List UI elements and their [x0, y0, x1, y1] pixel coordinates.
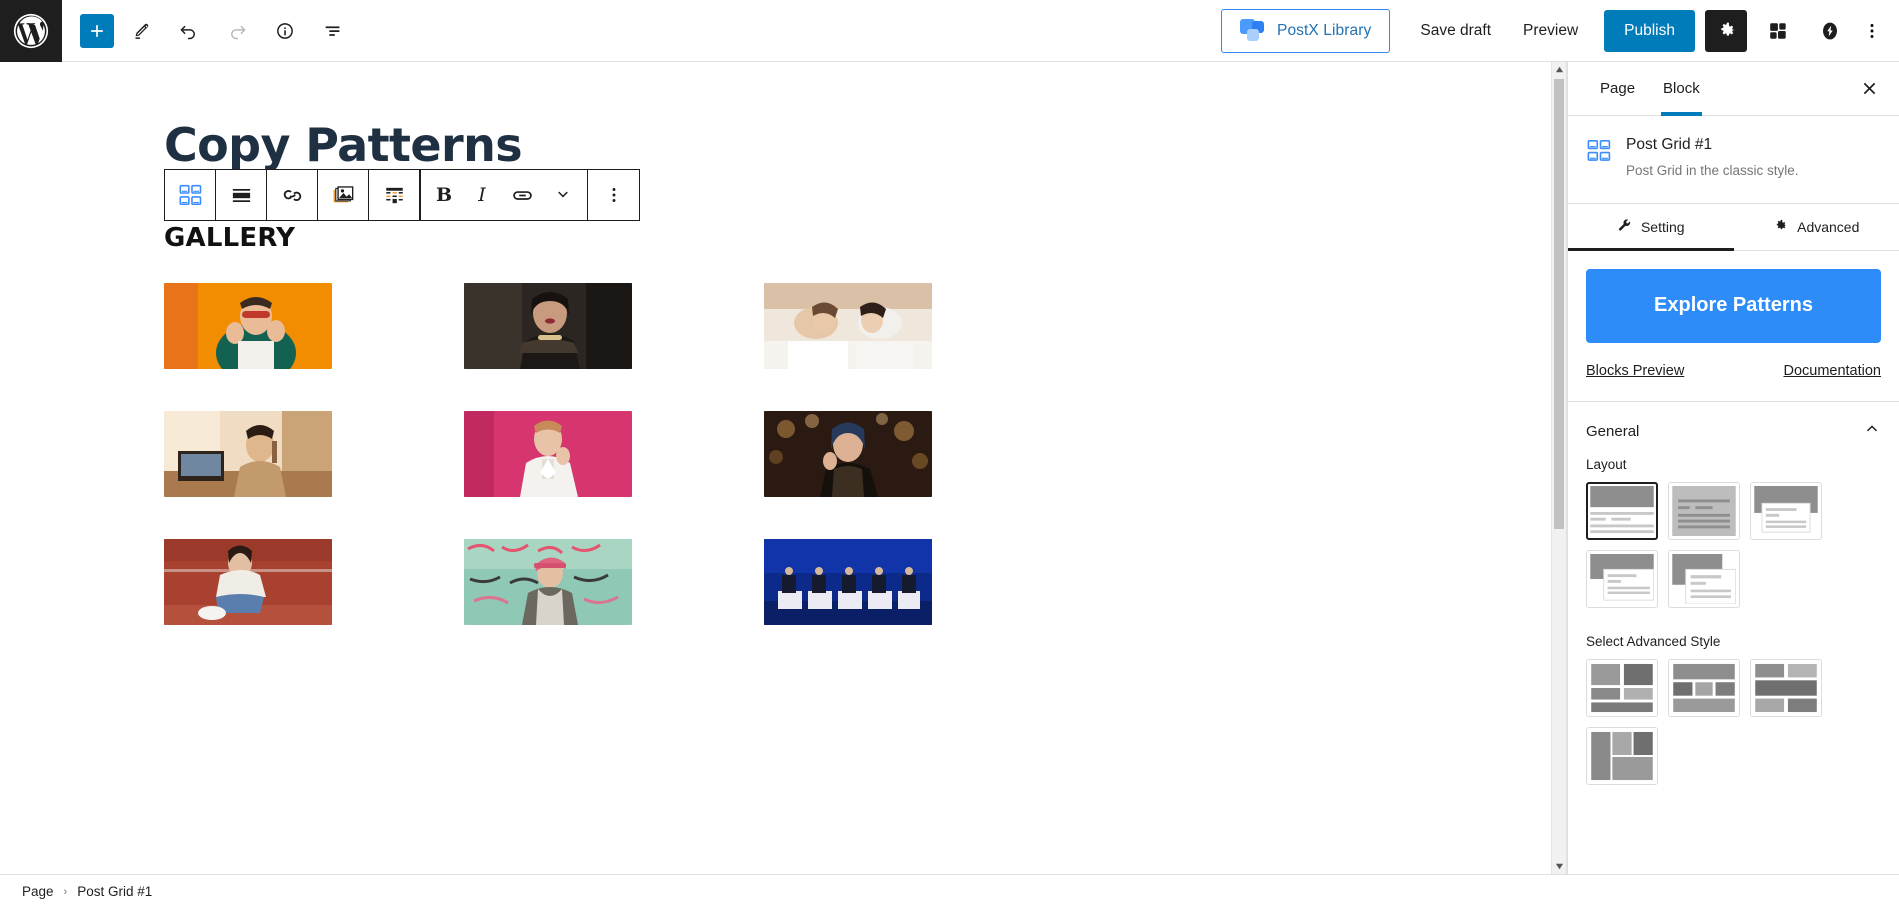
wordpress-logo-icon[interactable] [0, 0, 62, 62]
layout-option-4[interactable] [1586, 549, 1658, 608]
chevron-up-icon[interactable] [1863, 420, 1881, 443]
tab-block[interactable]: Block [1649, 62, 1714, 116]
postx-badge-button[interactable] [1809, 10, 1851, 52]
layout-option-3[interactable] [1750, 481, 1822, 540]
scrollbar-thumb[interactable] [1554, 79, 1564, 529]
advanced-style-option-4[interactable] [1586, 726, 1658, 785]
documentation-link[interactable]: Documentation [1783, 363, 1881, 379]
tools-button[interactable] [120, 10, 162, 52]
details-button[interactable] [264, 10, 306, 52]
layout-option-5[interactable] [1668, 549, 1740, 608]
general-section-header[interactable]: General [1568, 402, 1899, 457]
tab-advanced[interactable]: Advanced [1734, 204, 1899, 250]
wrench-icon [1617, 218, 1632, 236]
block-description: Post Grid in the classic style. [1626, 163, 1799, 178]
align-full-icon[interactable] [216, 170, 267, 220]
page-title[interactable]: Copy Patterns [164, 120, 1234, 171]
layout-options [1568, 481, 1899, 608]
gallery-image-5[interactable] [464, 410, 632, 497]
setting-tabs: Setting Advanced [1568, 204, 1899, 251]
gallery-image-8[interactable] [464, 538, 632, 625]
layout-option-2[interactable] [1668, 481, 1740, 540]
chain-link-icon[interactable] [267, 170, 318, 220]
gallery-heading[interactable]: GALLERY [164, 223, 1234, 253]
advanced-style-option-3[interactable] [1750, 658, 1822, 717]
sidebar-body: Explore Patterns Blocks Preview Document… [1568, 251, 1899, 874]
layout-option-1[interactable] [1586, 481, 1658, 540]
blocks-preview-link[interactable]: Blocks Preview [1586, 363, 1684, 379]
chevron-down-icon[interactable] [543, 170, 583, 220]
images-stack-icon[interactable] [318, 170, 369, 220]
top-bar-left-tools [62, 10, 354, 52]
text-format-group: B I [421, 170, 587, 220]
tab-setting[interactable]: Setting [1568, 204, 1734, 251]
breadcrumb-block[interactable]: Post Grid #1 [77, 884, 152, 899]
preview-button[interactable]: Preview [1507, 11, 1594, 51]
sidebar-links-row: Blocks Preview Documentation [1586, 363, 1881, 383]
gallery-image-1[interactable] [164, 282, 332, 369]
sidebar-tabs: Page Block [1568, 62, 1899, 116]
save-draft-button[interactable]: Save draft [1404, 11, 1507, 51]
editor-top-bar: PostX Library Save draft Preview Publish [0, 0, 1899, 62]
block-toolbar: B I [164, 169, 640, 221]
add-block-button[interactable] [80, 13, 114, 48]
top-bar-right-tools: PostX Library Save draft Preview Publish [1221, 8, 1899, 53]
tab-advanced-label: Advanced [1797, 218, 1860, 235]
settings-button[interactable] [1705, 9, 1747, 52]
layout-grid-icon[interactable] [369, 170, 420, 220]
selected-block-text: Post Grid #1 Post Grid in the classic st… [1626, 136, 1799, 181]
list-view-button[interactable] [312, 10, 354, 52]
gallery-image-7[interactable] [164, 538, 332, 625]
post-grid-icon[interactable] [165, 170, 216, 220]
gallery-image-2[interactable] [464, 282, 632, 369]
block-title: Post Grid #1 [1626, 136, 1713, 153]
breadcrumb-page[interactable]: Page [22, 884, 54, 899]
post-grid-block[interactable] [164, 282, 1234, 625]
advanced-style-options [1568, 658, 1899, 785]
italic-button[interactable]: I [463, 170, 501, 220]
postx-library-button[interactable]: PostX Library [1221, 8, 1391, 53]
editor-canvas-area: Copy Patterns GALLERY B I [0, 62, 1567, 874]
explore-patterns-button[interactable]: Explore Patterns [1586, 268, 1881, 343]
gallery-image-3[interactable] [764, 282, 932, 369]
link-icon[interactable] [501, 170, 543, 220]
postx-library-label: PostX Library [1277, 21, 1372, 39]
patterns-section: Explore Patterns Blocks Preview Document… [1568, 251, 1899, 401]
post-grid-icon [1586, 136, 1612, 181]
selected-block-card: Post Grid #1 Post Grid in the classic st… [1568, 116, 1899, 204]
advanced-style-option-1[interactable] [1586, 658, 1658, 717]
block-options-button[interactable] [588, 170, 639, 220]
advanced-style-label: Select Advanced Style [1586, 633, 1721, 649]
advanced-style-option-2[interactable] [1668, 658, 1740, 717]
breadcrumb: Page › Post Grid #1 [0, 874, 1899, 908]
scroll-down-icon[interactable] [1552, 859, 1566, 874]
general-section-title: General [1586, 422, 1640, 440]
gallery-image-4[interactable] [164, 410, 332, 497]
breadcrumb-separator: › [63, 885, 68, 898]
blocks-button[interactable] [1757, 10, 1799, 52]
postx-library-icon [1240, 18, 1266, 43]
gear-icon [1773, 218, 1788, 236]
publish-button[interactable]: Publish [1604, 9, 1695, 52]
canvas-scrollbar[interactable] [1551, 62, 1566, 874]
top-options-button[interactable] [1855, 10, 1889, 52]
gallery-image-9[interactable] [764, 538, 932, 625]
redo-button[interactable] [216, 10, 258, 52]
editor-body: Copy Patterns GALLERY B I Page Block Pos… [0, 62, 1899, 874]
tab-setting-label: Setting [1640, 218, 1685, 235]
tab-page[interactable]: Page [1586, 62, 1649, 116]
undo-button[interactable] [168, 10, 210, 52]
scroll-up-icon[interactable] [1552, 62, 1566, 77]
layout-field-label: Layout [1586, 456, 1627, 472]
close-icon[interactable] [1847, 67, 1891, 111]
gallery-image-6[interactable] [764, 410, 932, 497]
editor-root: PostX Library Save draft Preview Publish [0, 0, 1899, 908]
bold-button[interactable]: B [425, 170, 463, 220]
settings-sidebar: Page Block Post Grid #1 Post Grid in the… [1567, 62, 1899, 874]
